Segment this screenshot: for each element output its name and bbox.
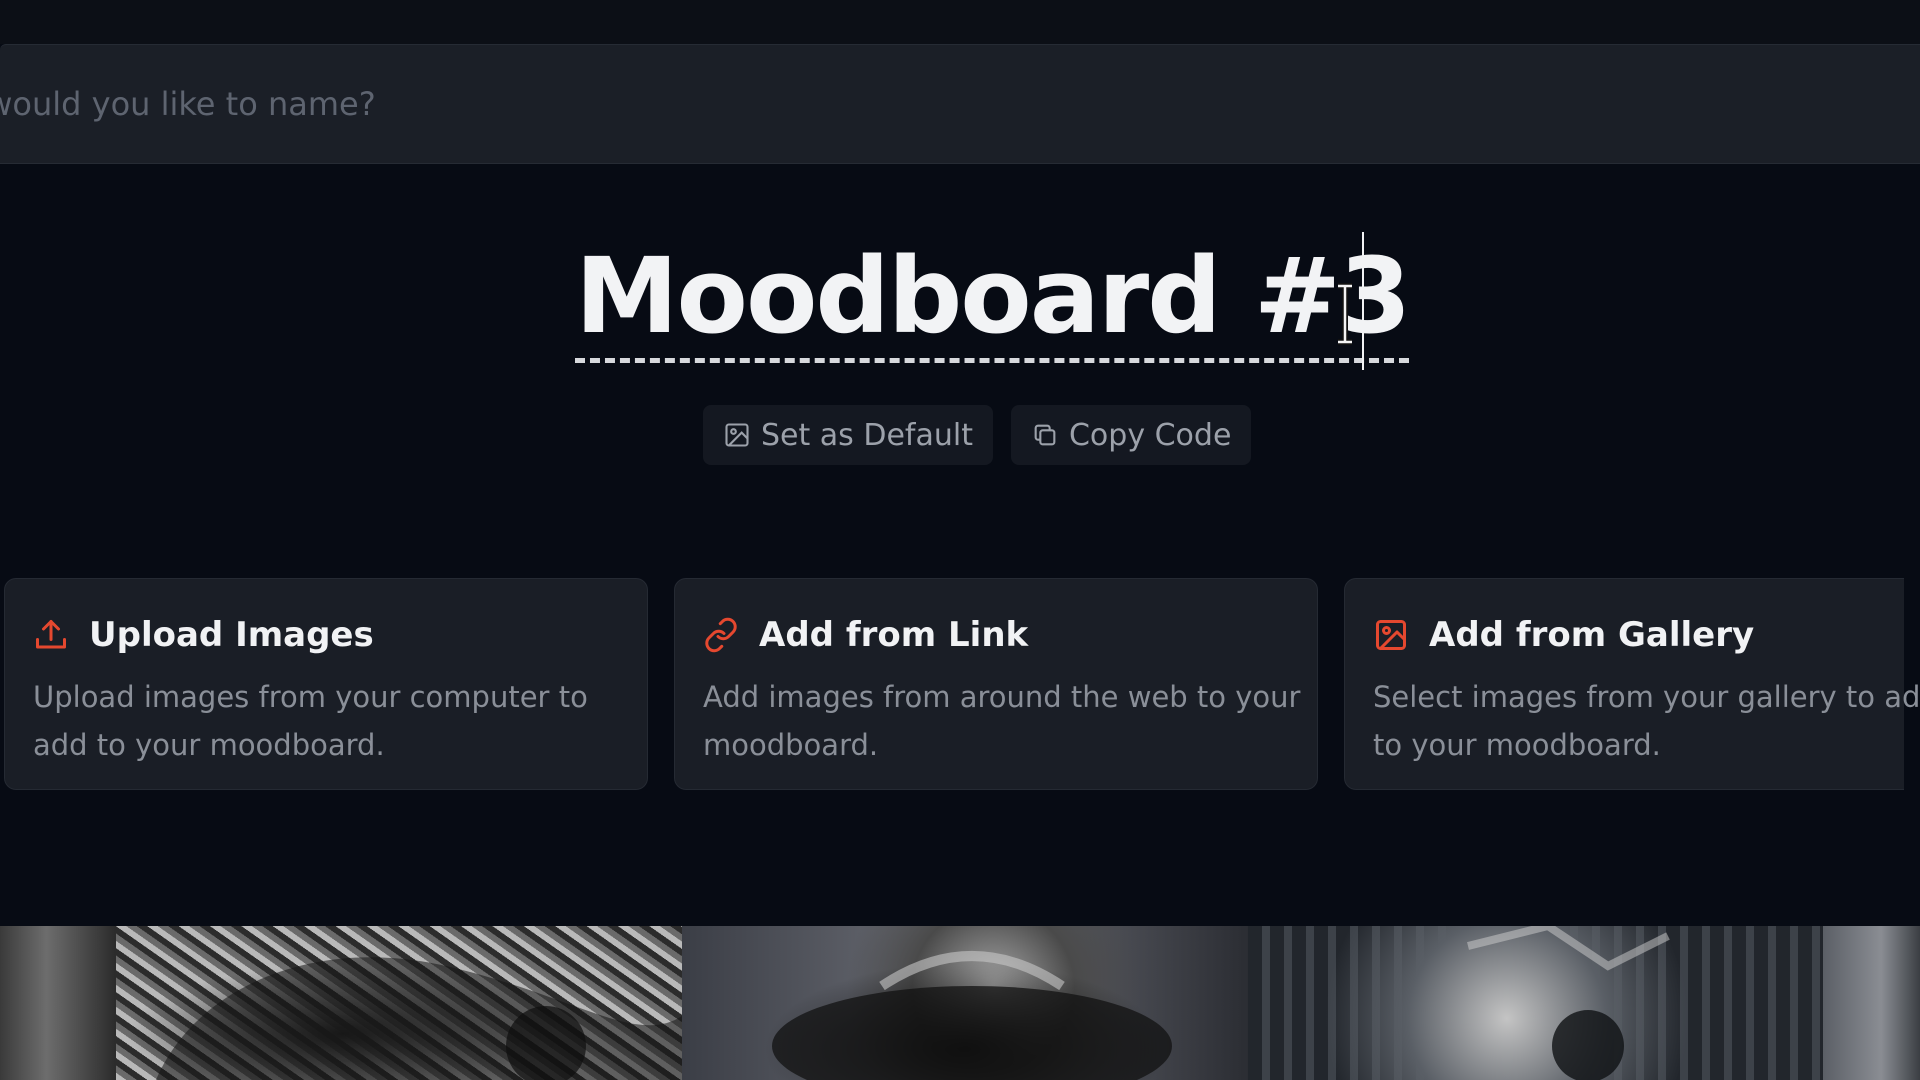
copy-icon bbox=[1031, 421, 1059, 449]
card-description: Select images from your gallery to add t… bbox=[1373, 673, 1920, 769]
title-area: Moodboard #3 bbox=[575, 238, 1411, 366]
app-window: Moodboard #3 Set as Default bbox=[0, 0, 1920, 1080]
upload-images-card[interactable]: Upload Images Upload images from your co… bbox=[4, 578, 648, 790]
name-bar bbox=[0, 44, 1920, 164]
set-as-default-button[interactable]: Set as Default bbox=[703, 405, 993, 465]
artwork-image bbox=[1467, 926, 1670, 1080]
ibeam-cursor-icon bbox=[1338, 283, 1352, 345]
search-input[interactable] bbox=[0, 65, 1794, 143]
set-as-default-label: Set as Default bbox=[761, 417, 973, 453]
card-title: Upload Images bbox=[89, 615, 374, 655]
card-title: Add from Gallery bbox=[1429, 615, 1755, 655]
moodboard-image[interactable] bbox=[116, 926, 682, 1080]
card-title: Add from Link bbox=[759, 615, 1029, 655]
add-from-link-card[interactable]: Add from Link Add images from around the… bbox=[674, 578, 1318, 790]
card-description: Upload images from your computer to add … bbox=[33, 680, 588, 762]
card-description-line: to your moodboard. bbox=[1373, 728, 1661, 762]
moodboard-image[interactable] bbox=[1248, 926, 1823, 1080]
title-actions: Set as Default Copy Code bbox=[703, 405, 1252, 465]
image-icon bbox=[723, 421, 751, 449]
artwork-image bbox=[772, 951, 1172, 1080]
card-description: Add images from around the web to your m… bbox=[703, 680, 1301, 762]
moodboard-image[interactable] bbox=[1823, 926, 1920, 1080]
upload-icon bbox=[33, 617, 69, 653]
page-title[interactable]: Moodboard #3 bbox=[575, 238, 1411, 363]
link-icon bbox=[703, 617, 739, 653]
artwork-image bbox=[156, 957, 682, 1080]
top-strip bbox=[0, 0, 1920, 44]
copy-code-button[interactable]: Copy Code bbox=[1010, 405, 1252, 465]
gallery-icon bbox=[1373, 617, 1409, 653]
text-caret bbox=[1362, 232, 1364, 370]
moodboard-image[interactable] bbox=[0, 926, 116, 1080]
card-description-line: Select images from your gallery to add bbox=[1373, 680, 1920, 714]
add-images-options: Upload Images Upload images from your co… bbox=[4, 578, 1920, 790]
add-from-gallery-card[interactable]: Add from Gallery Select images from your… bbox=[1344, 578, 1920, 790]
moodboard-image[interactable] bbox=[682, 926, 1248, 1080]
moodboard-image-strip bbox=[0, 926, 1920, 1080]
copy-code-label: Copy Code bbox=[1068, 417, 1232, 453]
